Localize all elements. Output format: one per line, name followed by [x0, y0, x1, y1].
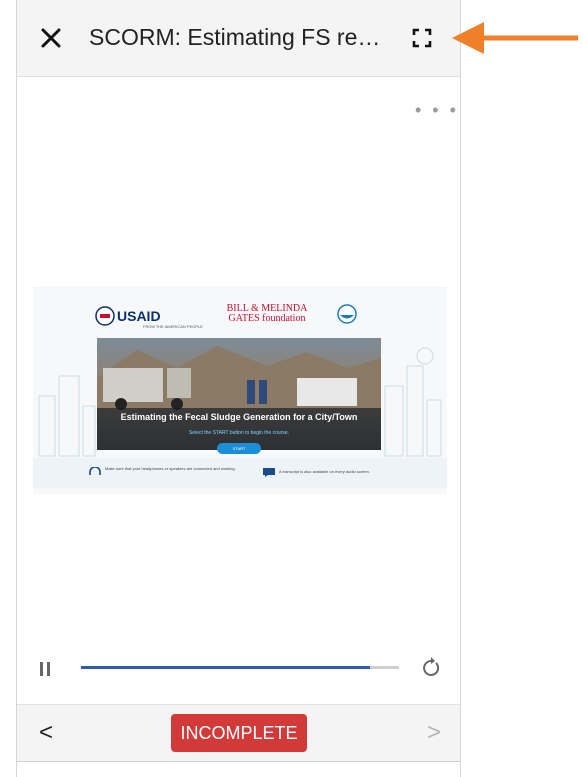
start-instruction: Select the START button to begin the cou…: [188, 430, 290, 436]
close-icon[interactable]: [39, 26, 63, 50]
course-slide[interactable]: USAID FROM THE AMERICAN PEOPLE BILL & ME…: [33, 286, 447, 494]
usaid-seal-icon: [95, 306, 115, 326]
completion-status-button[interactable]: INCOMPLETE: [171, 714, 307, 752]
more-options-button[interactable]: • • •: [415, 100, 459, 121]
start-button[interactable]: START: [217, 443, 261, 454]
slide-notes: Make sure that your headphones or speake…: [33, 458, 447, 488]
page-title: SCORM: Estimating FS requir...: [89, 24, 389, 50]
gates-foundation-logo: BILL & MELINDA GATES foundation: [226, 303, 308, 324]
transcript-icon: [263, 468, 275, 477]
course-title: Estimating the Fecal Sludge Generation f…: [120, 412, 358, 422]
usaid-tagline: FROM THE AMERICAN PEOPLE: [143, 324, 203, 329]
headphones-icon: [89, 467, 101, 475]
usaid-logo: USAID: [117, 308, 161, 324]
partner-seal-icon: [337, 304, 357, 324]
previous-button[interactable]: <: [39, 719, 53, 747]
sponsor-logos: USAID FROM THE AMERICAN PEOPLE BILL & ME…: [33, 300, 447, 336]
transcript-note: A transcript is also available on every …: [279, 469, 370, 474]
audio-player: [17, 648, 460, 688]
progress-slider[interactable]: [81, 666, 399, 669]
fullscreen-icon[interactable]: [412, 28, 432, 48]
next-button[interactable]: >: [427, 719, 441, 747]
bottom-nav: < INCOMPLETE >: [17, 704, 460, 762]
phone-screen: SCORM: Estimating FS requir... • • • USA…: [16, 0, 461, 777]
pause-icon[interactable]: [39, 661, 51, 682]
top-bar: SCORM: Estimating FS requir...: [17, 0, 460, 77]
headphones-note: Make sure that your headphones or speake…: [105, 466, 236, 471]
progress-fill: [81, 666, 371, 669]
hero-photo: Estimating the Fecal Sludge Generation f…: [97, 338, 381, 450]
replay-icon[interactable]: [421, 656, 441, 683]
annotation-arrow-icon: [452, 22, 578, 54]
